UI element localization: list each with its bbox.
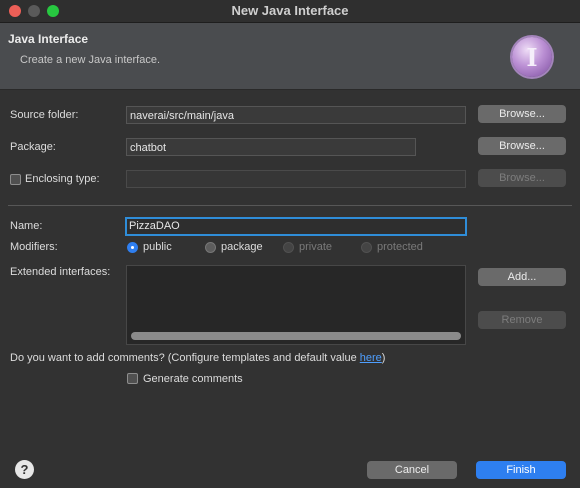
generate-comments-checkbox[interactable] (127, 373, 138, 384)
package-field[interactable]: chatbot (126, 138, 416, 156)
generate-comments-label: Generate comments (143, 373, 243, 385)
enclosing-type-field[interactable] (126, 170, 466, 188)
comments-question-suffix: ) (381, 352, 386, 364)
cancel-button[interactable]: Cancel (367, 461, 457, 479)
comments-question: Do you want to add comments? (Configure … (10, 352, 385, 364)
window-title: New Java Interface (231, 3, 349, 18)
modifier-package-radio[interactable] (205, 242, 216, 253)
modifier-private-radio[interactable] (283, 242, 294, 253)
enclosing-type-checkbox[interactable] (10, 174, 21, 185)
remove-interface-button[interactable]: Remove (478, 311, 566, 329)
name-field[interactable]: PizzaDAO (125, 217, 467, 236)
help-icon[interactable]: ? (15, 460, 34, 479)
interface-letter: I (526, 43, 538, 72)
modifiers-label: Modifiers: (10, 241, 58, 253)
wizard-title: Java Interface (8, 32, 89, 46)
modifier-public-label: public (143, 241, 172, 253)
package-browse-button[interactable]: Browse... (478, 137, 566, 155)
horizontal-scrollbar[interactable] (131, 332, 461, 340)
add-interface-button[interactable]: Add... (478, 268, 566, 286)
source-folder-field[interactable]: naverai/src/main/java (126, 106, 466, 124)
enclosing-type-label: Enclosing type: (25, 173, 100, 185)
interface-wizard-icon: I (512, 37, 552, 77)
modifier-package-label: package (221, 241, 263, 253)
wizard-subtitle: Create a new Java interface. (20, 54, 161, 66)
enclosing-type-browse-button[interactable]: Browse... (478, 169, 566, 187)
name-label: Name: (10, 220, 43, 232)
modifier-protected-radio[interactable] (361, 242, 372, 253)
comments-question-prefix: Do you want to add comments? (Configure … (10, 352, 360, 364)
title-bar: New Java Interface (0, 0, 580, 23)
package-label: Package: (10, 141, 56, 153)
modifier-private-label: private (299, 241, 333, 253)
configure-templates-link[interactable]: here (360, 352, 382, 364)
separator (8, 205, 572, 206)
source-folder-label: Source folder: (10, 109, 79, 121)
extended-interfaces-label: Extended interfaces: (10, 266, 111, 278)
modifier-public-radio[interactable] (127, 242, 138, 253)
extended-interfaces-list[interactable] (126, 265, 466, 345)
finish-button[interactable]: Finish (476, 461, 566, 479)
wizard-header: Java Interface Create a new Java interfa… (0, 23, 580, 90)
modifier-protected-label: protected (377, 241, 423, 253)
source-folder-browse-button[interactable]: Browse... (478, 105, 566, 123)
